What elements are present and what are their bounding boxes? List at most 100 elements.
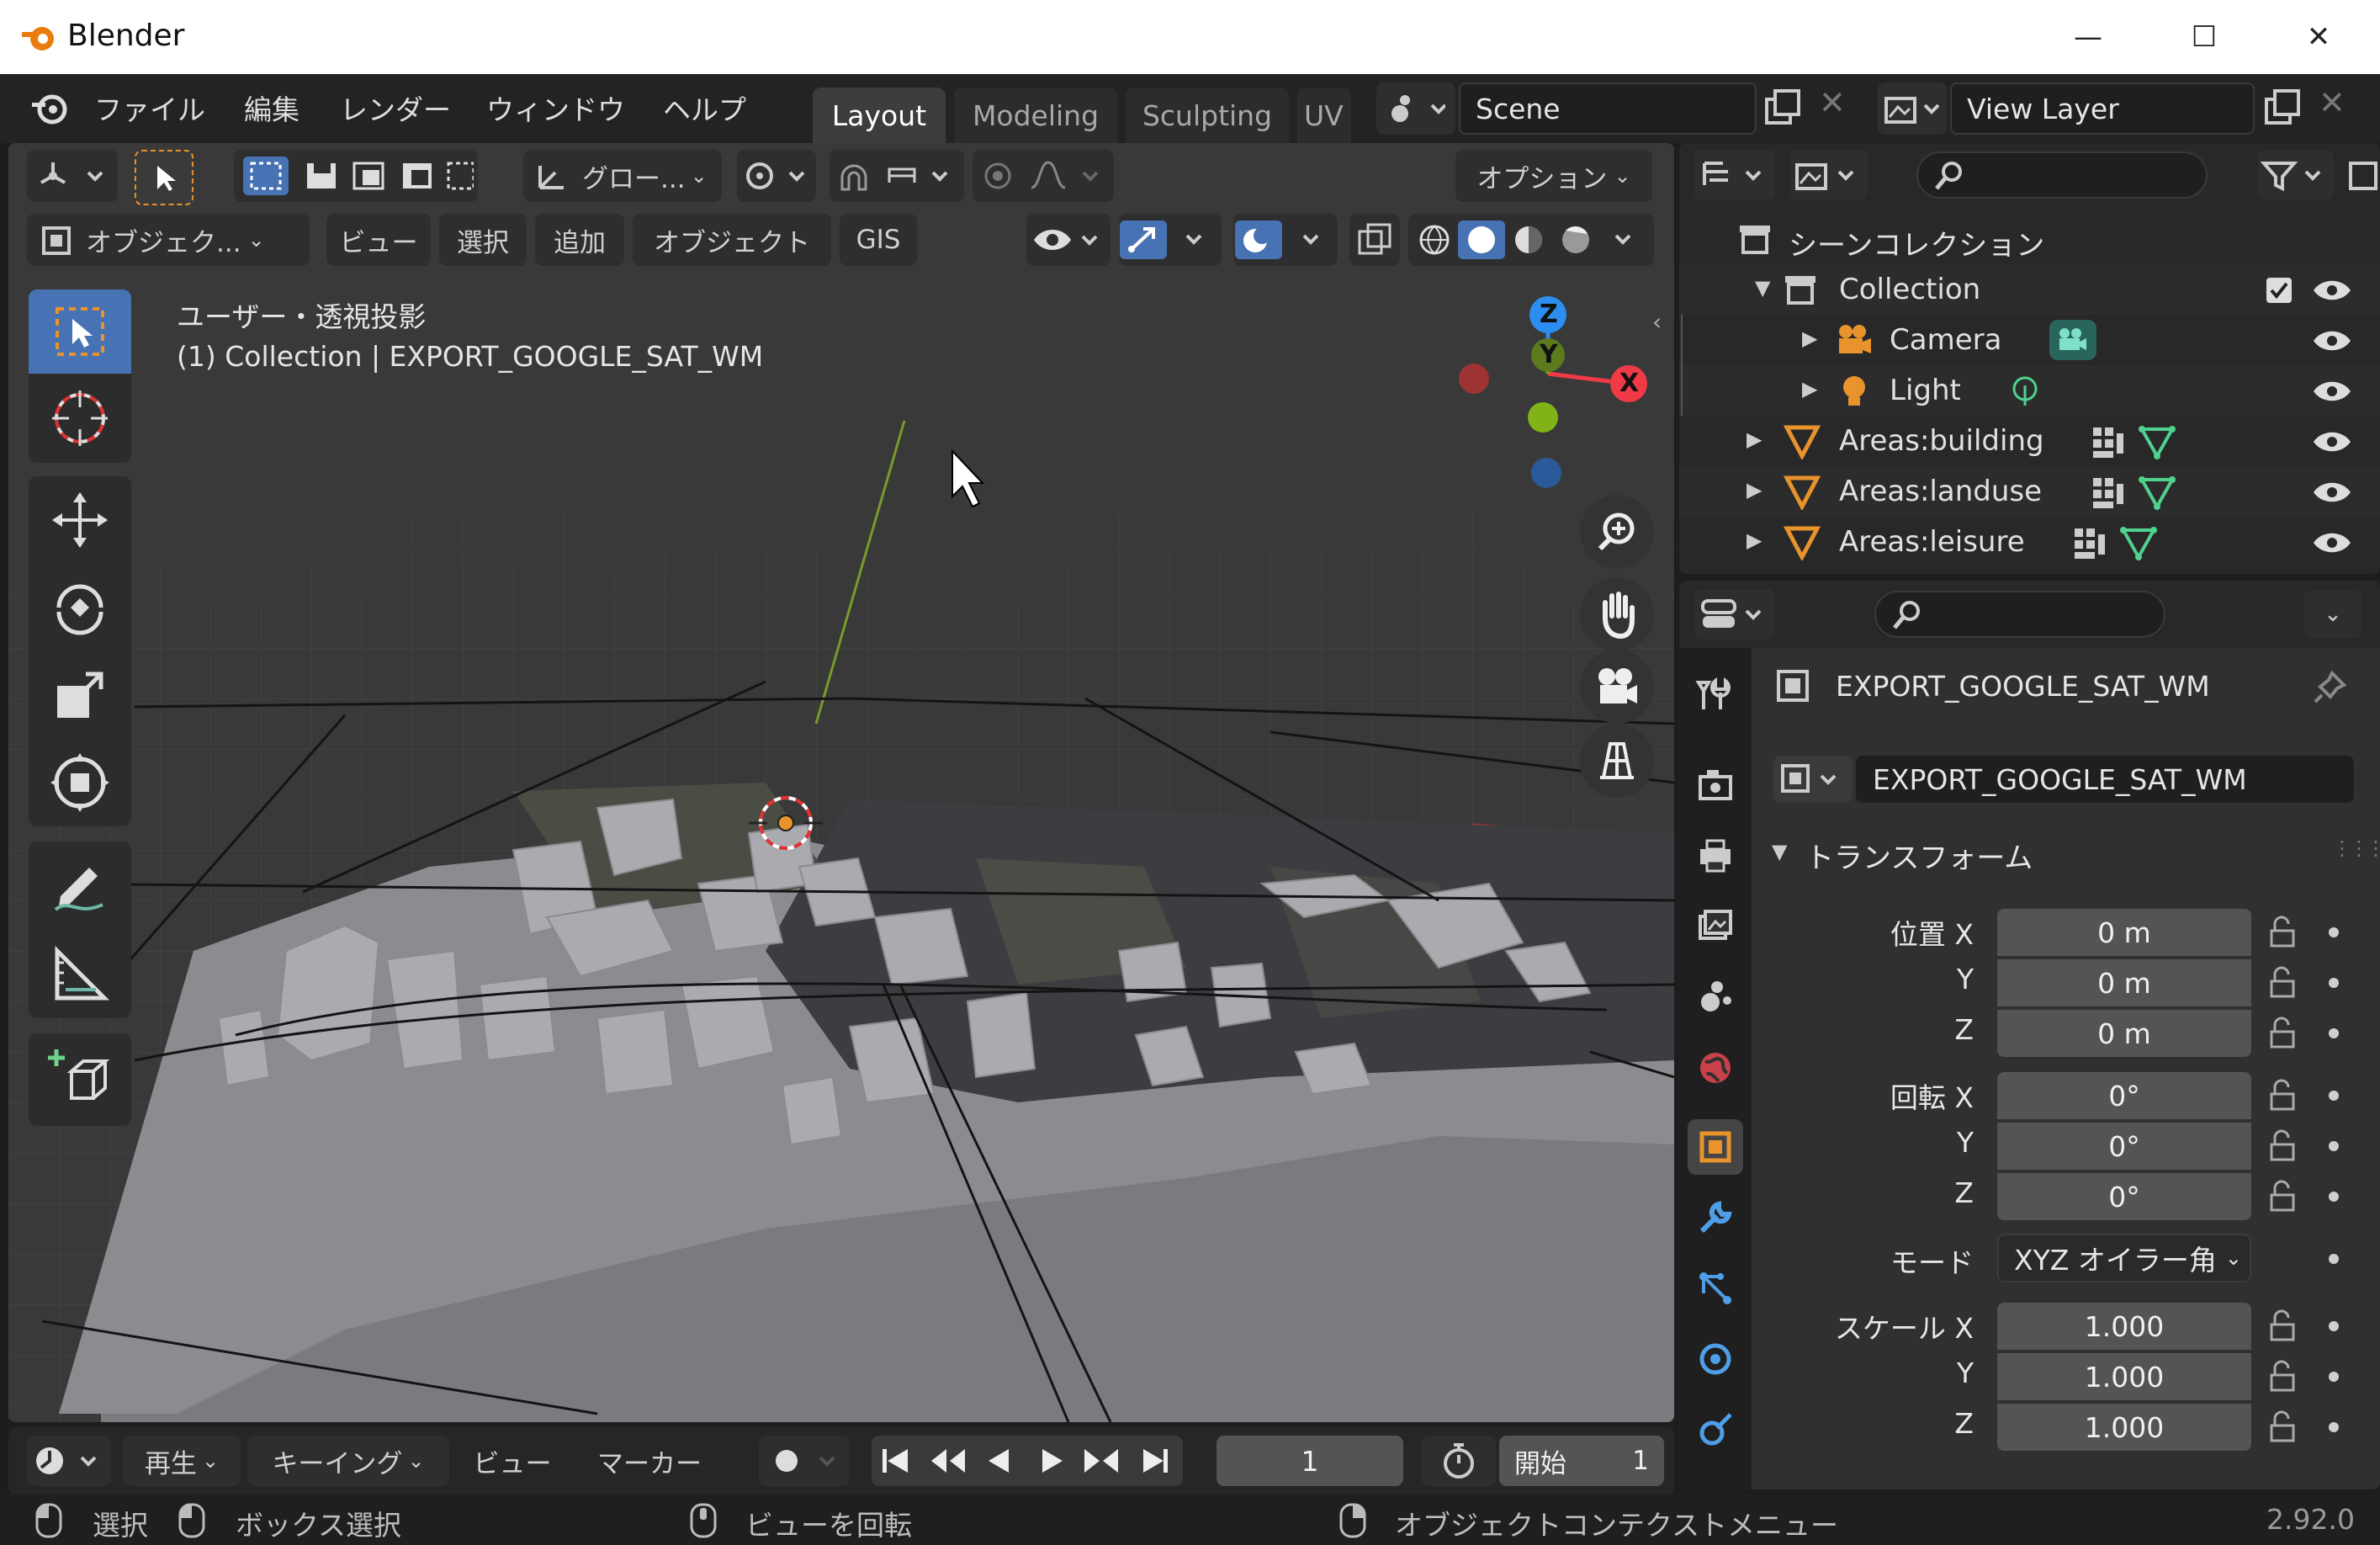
eye-icon[interactable] bbox=[2312, 480, 2352, 505]
tab-tool[interactable] bbox=[1688, 666, 1743, 722]
scale-x-field[interactable]: 1.000 bbox=[1997, 1303, 2251, 1350]
lock-rotation-x-icon[interactable] bbox=[2266, 1079, 2300, 1112]
tool-add-cube[interactable] bbox=[29, 1033, 131, 1126]
shading-mode-group[interactable] bbox=[1408, 214, 1654, 266]
options-dropdown[interactable]: オプション ⌄ bbox=[1455, 150, 1652, 202]
outliner-row-light[interactable]: ▶ Light bbox=[1679, 365, 2380, 416]
light-data-icon[interactable] bbox=[2007, 374, 2043, 409]
keyframe-dot-icon[interactable] bbox=[2329, 1321, 2339, 1331]
gizmo-toggle-group[interactable] bbox=[1119, 214, 1222, 266]
outliner-row-areas-landuse[interactable]: ▶ Areas:landuse bbox=[1679, 466, 2380, 517]
eye-icon[interactable] bbox=[2312, 379, 2352, 404]
properties-editor-type-button[interactable] bbox=[1694, 589, 1775, 640]
properties-options-dropdown[interactable]: ⌄ bbox=[2303, 591, 2362, 638]
menu-marker[interactable]: マーカー bbox=[577, 1436, 722, 1486]
modifier-grid-icon[interactable] bbox=[2073, 527, 2107, 560]
outliner-row-collection[interactable]: ▼ Collection bbox=[1679, 264, 2380, 315]
blender-menu-icon[interactable] bbox=[29, 89, 71, 128]
menu-timeline-view[interactable]: ビュー bbox=[459, 1436, 565, 1486]
keyframe-dot-icon[interactable] bbox=[2329, 1254, 2339, 1264]
select-tool-mode-button[interactable] bbox=[135, 150, 193, 205]
tab-physics[interactable] bbox=[1688, 1331, 1743, 1387]
keyframe-dot-icon[interactable] bbox=[2329, 1372, 2339, 1382]
scale-y-field[interactable]: 1.000 bbox=[1997, 1353, 2251, 1400]
toggle-orthographic-button[interactable] bbox=[1580, 724, 1654, 798]
minimize-button[interactable]: — bbox=[2063, 15, 2113, 59]
tab-world[interactable] bbox=[1688, 1040, 1743, 1096]
mesh-data-icon[interactable] bbox=[2139, 424, 2176, 459]
pin-icon[interactable] bbox=[2312, 668, 2349, 705]
delete-scene-icon[interactable]: ✕ bbox=[1819, 84, 1846, 121]
pan-view-button[interactable] bbox=[1580, 577, 1654, 651]
tab-layout[interactable]: Layout bbox=[813, 88, 946, 143]
outliner-row-scene-collection[interactable]: シーンコレクション bbox=[1679, 214, 2380, 264]
menu-object[interactable]: オブジェクト bbox=[633, 214, 831, 266]
keyframe-dot-icon[interactable] bbox=[2329, 1141, 2339, 1151]
outliner-search-input[interactable] bbox=[1916, 151, 2208, 199]
transform-panel-header[interactable]: ▼ トランスフォーム ⋮⋮⋮ bbox=[1760, 825, 2380, 884]
tab-uv[interactable]: UV bbox=[1297, 88, 1351, 143]
tab-render[interactable] bbox=[1688, 757, 1743, 813]
editor-type-button[interactable] bbox=[27, 150, 118, 202]
lock-rotation-z-icon[interactable] bbox=[2266, 1180, 2300, 1213]
menu-edit[interactable]: 編集 bbox=[244, 88, 299, 128]
delete-view-layer-icon[interactable]: ✕ bbox=[2319, 84, 2346, 121]
lock-location-x-icon[interactable] bbox=[2266, 916, 2300, 949]
menu-gis[interactable]: GIS bbox=[840, 214, 917, 266]
location-y-field[interactable]: 0 m bbox=[1997, 959, 2251, 1006]
lock-scale-y-icon[interactable] bbox=[2266, 1360, 2300, 1394]
tool-annotate[interactable] bbox=[29, 842, 131, 929]
eye-icon[interactable] bbox=[2312, 530, 2352, 555]
checkbox-checked-icon[interactable] bbox=[2265, 276, 2293, 305]
keyframe-dot-icon[interactable] bbox=[2329, 1028, 2339, 1038]
menu-file[interactable]: ファイル bbox=[94, 88, 205, 128]
expand-arrow-right-icon[interactable]: ▶ bbox=[1747, 478, 1762, 502]
keyframe-dot-icon[interactable] bbox=[2329, 978, 2339, 988]
display-mode-button[interactable] bbox=[1790, 150, 1868, 200]
modifier-grid-icon[interactable] bbox=[2091, 476, 2125, 510]
3d-viewport[interactable]: グロー... ⌄ オプション ⌄ オブジェク... ⌄ ビュー 選択 追加 オブ… bbox=[8, 143, 1674, 1422]
menu-window[interactable]: ウィンドウ bbox=[486, 88, 625, 128]
tab-sculpting[interactable]: Sculpting bbox=[1126, 88, 1289, 143]
tool-rotate[interactable] bbox=[29, 564, 131, 651]
eye-icon[interactable] bbox=[2312, 429, 2352, 454]
scene-selector-button[interactable] bbox=[1376, 82, 1455, 135]
zoom-view-button[interactable] bbox=[1580, 495, 1654, 569]
menu-select[interactable]: 選択 bbox=[439, 214, 527, 266]
menu-keying[interactable]: キーイング ⌄ bbox=[247, 1436, 449, 1486]
expand-arrow-right-icon[interactable]: ▶ bbox=[1747, 528, 1762, 552]
location-x-field[interactable]: 0 m bbox=[1997, 909, 2251, 956]
tool-scale[interactable] bbox=[29, 651, 131, 739]
tab-scene[interactable] bbox=[1688, 969, 1743, 1025]
new-collection-icon[interactable] bbox=[2346, 158, 2379, 192]
transform-orientation-dropdown[interactable]: グロー... ⌄ bbox=[523, 150, 722, 202]
modifier-grid-icon[interactable] bbox=[2091, 426, 2125, 459]
properties-search-input[interactable] bbox=[1874, 591, 2165, 638]
outliner-row-areas-building[interactable]: ▶ Areas:building bbox=[1679, 416, 2380, 466]
lock-scale-z-icon[interactable] bbox=[2266, 1410, 2300, 1444]
tab-modifiers[interactable] bbox=[1688, 1190, 1743, 1245]
xray-toggle-button[interactable] bbox=[1349, 214, 1400, 266]
view-layer-selector-button[interactable] bbox=[1878, 82, 1947, 135]
navigation-gizmo[interactable]: Z Y X bbox=[1439, 295, 1657, 496]
tool-cursor[interactable] bbox=[29, 374, 131, 463]
datablock-browse-button[interactable] bbox=[1773, 756, 1853, 803]
menu-add[interactable]: 追加 bbox=[535, 214, 624, 266]
selection-mode-group[interactable] bbox=[234, 150, 478, 202]
new-view-layer-icon[interactable] bbox=[2261, 88, 2305, 130]
tool-select-box[interactable] bbox=[29, 289, 131, 374]
visibility-selectability-button[interactable] bbox=[1026, 214, 1110, 266]
proportional-editing-group[interactable] bbox=[973, 150, 1114, 202]
mode-dropdown[interactable]: オブジェク... ⌄ bbox=[27, 214, 310, 266]
object-name-field[interactable]: EXPORT_GOOGLE_SAT_WM bbox=[1856, 756, 2354, 803]
filter-button[interactable] bbox=[2258, 150, 2334, 200]
rotation-z-field[interactable]: 0° bbox=[1997, 1173, 2251, 1220]
lock-location-y-icon[interactable] bbox=[2266, 966, 2300, 1000]
new-scene-icon[interactable] bbox=[1762, 88, 1805, 130]
keyframe-dot-icon[interactable] bbox=[2329, 927, 2339, 937]
rotation-x-field[interactable]: 0° bbox=[1997, 1072, 2251, 1119]
lock-rotation-y-icon[interactable] bbox=[2266, 1129, 2300, 1163]
mesh-data-icon[interactable] bbox=[2139, 475, 2176, 510]
maximize-button[interactable]: ☐ bbox=[2179, 15, 2229, 59]
outliner-row-camera[interactable]: ▶ Camera bbox=[1679, 315, 2380, 365]
